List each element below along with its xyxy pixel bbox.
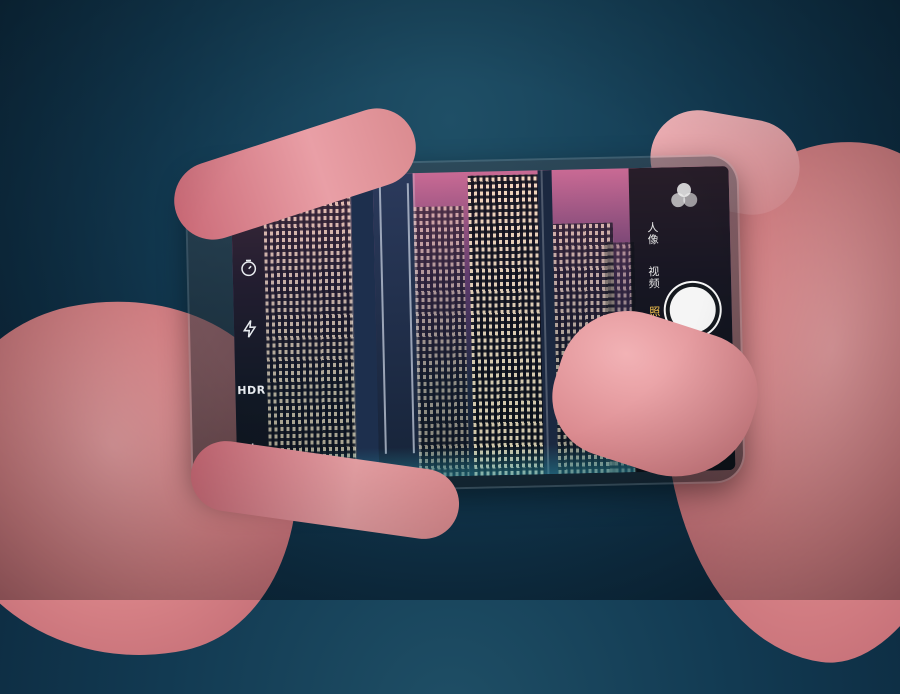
hdr-toggle[interactable]: HDR: [237, 377, 266, 404]
filters-icon[interactable]: [667, 179, 702, 214]
flash-icon[interactable]: [237, 316, 264, 343]
building: [413, 206, 470, 478]
mode-portrait[interactable]: 人像: [644, 222, 661, 246]
timer-icon[interactable]: [235, 254, 262, 281]
mode-video[interactable]: 视频: [645, 266, 662, 290]
building: [262, 188, 358, 481]
photo-scene: HDR 人像 视频 照片 专业: [0, 0, 900, 694]
hdr-label: HDR: [237, 383, 266, 398]
building: [372, 173, 420, 478]
building: [467, 174, 545, 476]
